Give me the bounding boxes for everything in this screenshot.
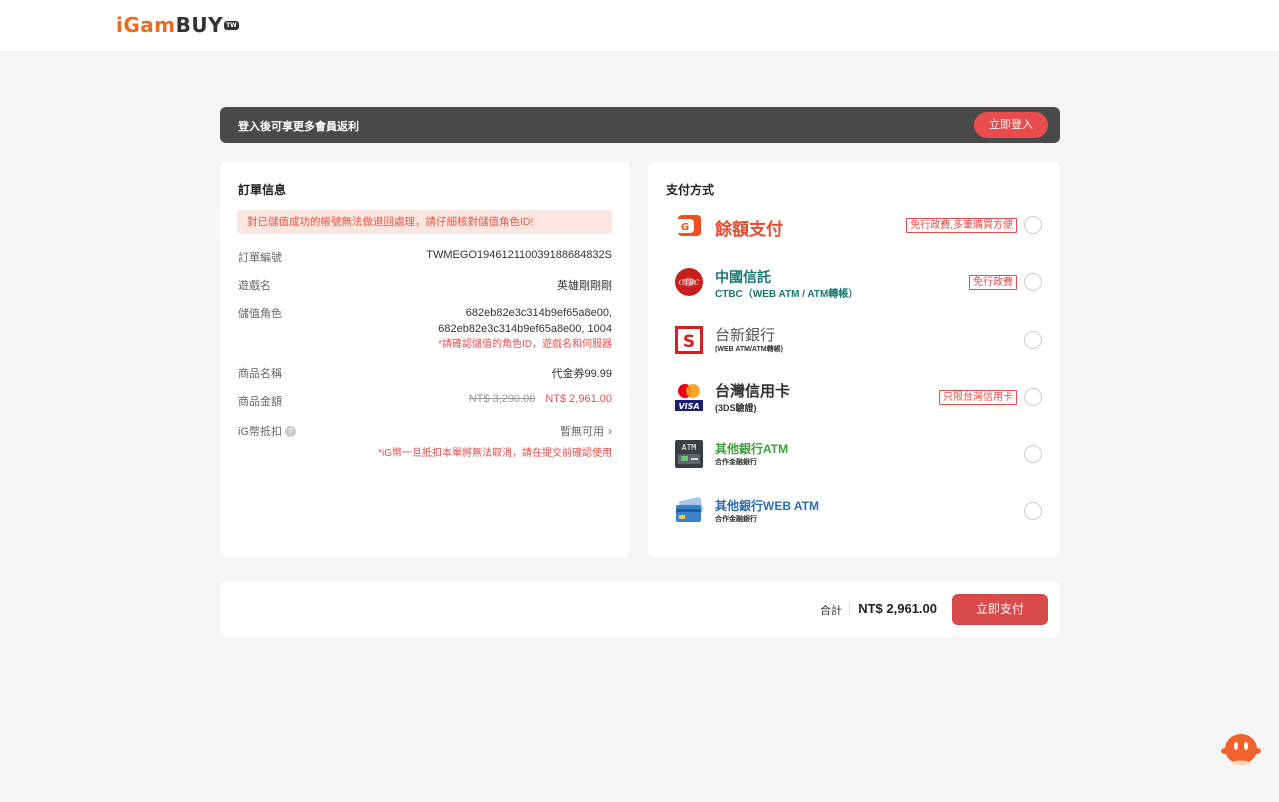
role-id-line2: 682eb82e3c314b9ef65a8e00, 1004 [438,323,612,335]
chevron-right-icon: › [608,424,612,438]
svg-text:CTBC: CTBC [679,279,700,287]
payment-sub: (WEB ATM/ATM轉帳) [715,346,783,353]
payment-sub: 合作金融銀行 [715,516,757,523]
payment-method-other-web-atm[interactable]: 其他銀行WEB ATM 合作金融銀行 [648,491,1060,531]
ig-coin-selector[interactable]: 暫無可用 › [560,423,612,439]
help-icon[interactable]: ? [285,425,296,437]
amount-original: NT$ 3,290.00 [468,393,536,405]
order-info-card: 訂單信息 對已儲值成功的帳號無法做退回處理，請仔細核對儲值角色ID! 訂單編號 … [220,162,630,557]
payment-sub: 合作金融銀行 [715,459,757,466]
total-value: NT$ 2,961.00 [858,601,937,616]
product-label: 商品名稱 [238,368,282,380]
payment-method-ctbc[interactable]: CTBC 中國信託 CTBC（WEB ATM / ATM轉帳） 免行政費 [648,262,1060,302]
payment-name: 中國信託 [715,269,771,285]
order-info-title: 訂單信息 [238,183,287,197]
mascot-icon[interactable] [1220,728,1262,766]
mastercard-visa-icon: VISA [675,384,703,411]
total-label: 合計 [820,605,842,617]
amount-value: NT$ 3,290.00 NT$ 2,961.00 [469,393,612,405]
taishin-icon: S [675,326,703,354]
payment-radio[interactable] [1024,445,1042,463]
order-no-value: TWMEGO194612110039188684832S [426,249,612,261]
payment-radio[interactable] [1024,388,1042,406]
payment-name: 其他銀行ATM [715,442,789,456]
payment-method-other-atm[interactable]: ATM 其他銀行ATM 合作金融銀行 [648,434,1060,474]
logo-buy: BUY [175,13,224,37]
igamebuy-logo[interactable]: iGamBUY TW [116,13,239,37]
pay-now-button[interactable]: 立即支付 [952,594,1048,625]
g-wallet-icon: G [676,215,701,236]
ctbc-icon: CTBC [675,268,703,296]
login-promo-bar: 登入後可享更多會員返利 立即登入 [220,107,1060,143]
payment-tag: 只限台灣信用卡 [939,390,1017,405]
payment-name: 餘額支付 [715,220,783,239]
top-header: iGamBUY TW [0,0,1279,51]
payment-title: 支付方式 [666,183,715,197]
svg-text:VISA: VISA [678,402,699,411]
ig-coin-note: *iG幣一旦抵扣本單將無法取消，請在提交前確認使用 [378,448,612,459]
payment-radio[interactable] [1024,273,1042,291]
svg-text:ATM: ATM [682,443,697,452]
payment-name: 台新銀行 [715,327,776,344]
payment-method-balance[interactable]: G 餘額支付 免行政費,多筆購買方便 [648,205,1060,245]
login-button[interactable]: 立即登入 [974,112,1048,138]
payment-radio[interactable] [1024,216,1042,234]
payment-method-taishin[interactable]: S 台新銀行 (WEB ATM/ATM轉帳) [648,320,1060,360]
product-value: 代金券99.99 [551,368,612,380]
logo-region-badge: TW [224,21,239,30]
atm-icon: ATM [675,440,703,468]
login-promo-text: 登入後可享更多會員返利 [238,121,359,133]
payment-name: 其他銀行WEB ATM [715,499,819,513]
total-bar: 合計 NT$ 2,961.00 立即支付 [220,582,1060,637]
role-note: *請確認儲值的角色ID，遊戲名和伺服器 [438,339,612,350]
ig-coin-label: iG幣抵扣 [238,426,282,438]
svg-text:G: G [681,222,689,233]
payment-radio[interactable] [1024,331,1042,349]
payment-method-credit-card[interactable]: VISA 台灣信用卡 (3DS驗證) 只限台灣信用卡 [648,377,1060,417]
game-value: 英雄剛剛剛 [557,280,612,292]
total-divider [849,603,850,615]
role-id-line1: 682eb82e3c314b9ef65a8e00, [465,307,612,319]
game-label: 遊戲名 [238,280,271,292]
payment-tag: 免行政費,多筆購買方便 [906,218,1017,233]
logo-gam: Gam [123,13,176,37]
payment-tag: 免行政費 [969,275,1017,290]
order-warning: 對已儲值成功的帳號無法做退回處理，請仔細核對儲值角色ID! [237,210,612,234]
payment-sub: CTBC（WEB ATM / ATM轉帳） [715,289,859,300]
order-no-label: 訂單編號 [238,252,282,264]
amount-label: 商品金額 [238,396,282,408]
ig-coin-value: 暫無可用 [560,426,604,438]
svg-text:S: S [683,332,695,352]
ig-coin-label-wrap: iG幣抵扣? [238,423,296,439]
role-label: 儲值角色 [238,308,282,320]
payment-radio[interactable] [1024,502,1042,520]
payment-name: 台灣信用卡 [715,383,791,400]
payment-sub: (3DS驗證) [715,403,757,413]
amount-final: NT$ 2,961.00 [545,393,612,405]
role-value: 682eb82e3c314b9ef65a8e00, 682eb82e3c314b… [438,305,612,353]
web-atm-card-icon [676,497,704,522]
payment-method-card: 支付方式 G 餘額支付 免行政費,多筆購買方便 CTBC 中國信託 CTBC（W… [648,162,1060,557]
